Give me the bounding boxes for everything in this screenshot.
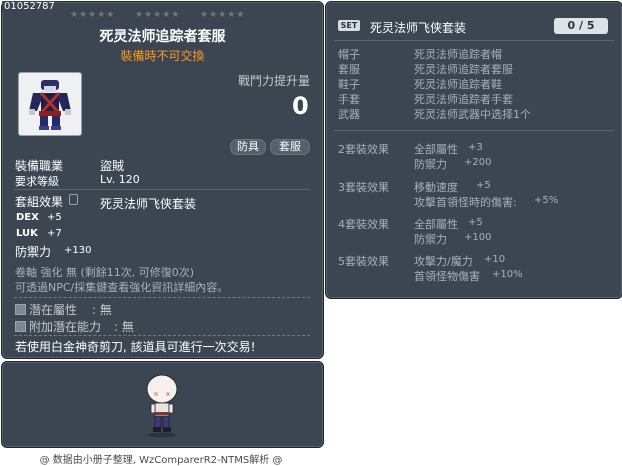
set-effect-value: +5 [468,217,483,228]
set-effect-stat: 防禦力 [414,158,447,171]
stat-luk-value: +7 [47,228,62,239]
set-effect-stat: 攻擊力/魔力 [414,255,473,268]
set-effect-value: 死灵法师飞侠套装 [100,197,197,211]
set-info-icon[interactable] [69,194,78,205]
npc-line: 可透過NPC/採集鍵查看強化資訊詳細內容。 [15,281,229,294]
dashed-divider [14,335,310,336]
set-piece-slot: 帽子 [338,48,360,61]
power-value: 0 [292,92,309,120]
set-count-badge: 0 / 5 [554,18,608,34]
dashed-divider [14,297,310,298]
item-id: 01052787 [2,1,57,12]
outfit-icon [29,80,71,130]
star-group-3: ★★★★★ [200,10,246,20]
tag-outfit: 套服 [270,139,310,155]
star-group-1: ★★★★★ [70,10,116,20]
potential-label: 潛在屬性 [29,303,78,317]
upgrade-line: 卷軸 強化 無 (剩餘11次, 可修復0次) [15,266,195,279]
potential-square-icon [15,304,26,315]
set-effect-value: +10% [492,269,523,280]
character-preview-panel [1,361,324,448]
set-effect-value: +3 [468,142,483,153]
set-effect-tier: 2套裝效果 [338,143,389,156]
divider [14,189,310,190]
job-label: 裝備職業 [15,159,64,173]
scissors-notice: 若使用白金神奇剪刀, 該道具可進行一次交易! [15,340,256,354]
set-piece-name: 死灵法师追踪者手套 [414,93,513,106]
set-effect-tier: 5套裝效果 [338,255,389,268]
set-piece-slot: 鞋子 [338,78,360,91]
job-value: 盜賊 [100,159,125,173]
level-label: 要求等級 [15,175,59,188]
set-effect-tier: 3套裝效果 [338,181,389,194]
divider [334,40,614,41]
set-piece-slot: 武器 [338,108,360,121]
bonus-potential-value: : 無 [114,320,134,334]
set-title: 死灵法师飞侠套装 [370,21,467,35]
stat-dex-value: +5 [47,212,62,223]
character-avatar [146,374,178,438]
set-effect-stat: 首領怪物傷害 [414,270,480,283]
star-group-2: ★★★★★ [135,10,181,20]
set-piece-name: 死灵法师武器中选择1个 [414,108,531,121]
potential-row: 潛在屬性 [15,301,77,318]
item-tooltip-panel: 01052787 ★★★★★ ★★★★★ ★★★★★ 死灵法师追踪者套服 裝備時… [1,1,324,359]
set-piece-name: 死灵法师追踪者帽 [414,48,502,61]
divider [334,130,614,131]
set-piece-slot: 手套 [338,93,360,106]
set-effect-stat: 全部屬性 [414,143,458,156]
stat-luk-label: LUK [16,228,38,239]
bonus-potential-square-icon [15,321,26,332]
trade-notice: 裝備時不可交換 [120,49,205,63]
potential-value: : 無 [92,303,112,317]
set-effect-label: 套組效果 [15,195,64,209]
set-piece-name: 死灵法师追踪者鞋 [414,78,502,91]
set-effect-value: +100 [464,232,492,243]
item-name: 死灵法师追踪者套服 [99,29,226,45]
set-effect-stat: 防禦力 [414,233,447,246]
level-value: Lv. 120 [100,173,140,186]
set-piece-slot: 套服 [338,63,360,76]
bonus-potential-row: 附加潛在能力 [15,318,101,335]
set-effect-tier: 4套裝效果 [338,218,389,231]
set-effect-value: +5 [476,180,491,191]
item-icon-frame [18,72,82,136]
stat-def-value: +130 [64,245,92,256]
set-effect-stat: 全部屬性 [414,218,458,231]
tag-armor: 防具 [230,139,266,155]
footer-credit: @ 数据由小册子整理, WzComparerR2-NTMS解析 @ [39,455,283,466]
set-info-panel: SET 死灵法师飞侠套装 0 / 5 帽子 死灵法师追踪者帽 套服 死灵法师追踪… [325,1,622,299]
set-effect-value: +200 [464,157,492,168]
set-effect-value: +5% [534,195,559,206]
set-badge: SET [338,20,360,31]
power-label: 戰鬥力提升量 [238,74,311,88]
stat-def-label: 防禦力 [15,245,52,259]
set-effect-stat: 攻擊首領怪時的傷害: [414,196,517,209]
set-piece-name: 死灵法师追踪者套服 [414,63,513,76]
bonus-potential-label: 附加潛在能力 [29,320,102,334]
set-effect-stat: 移動速度 [414,181,458,194]
stat-dex-label: DEX [16,212,39,223]
set-effect-value: +10 [484,254,506,265]
